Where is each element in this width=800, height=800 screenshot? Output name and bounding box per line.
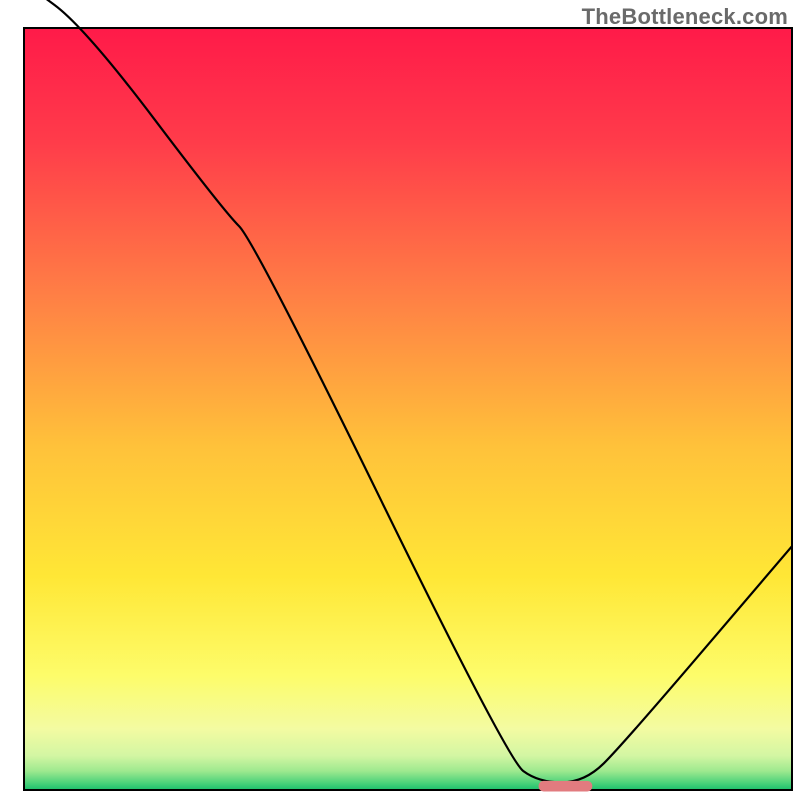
plot-area bbox=[24, 28, 792, 790]
bottleneck-chart bbox=[0, 0, 800, 800]
watermark-text: TheBottleneck.com bbox=[582, 4, 788, 30]
optimum-marker bbox=[539, 781, 593, 792]
